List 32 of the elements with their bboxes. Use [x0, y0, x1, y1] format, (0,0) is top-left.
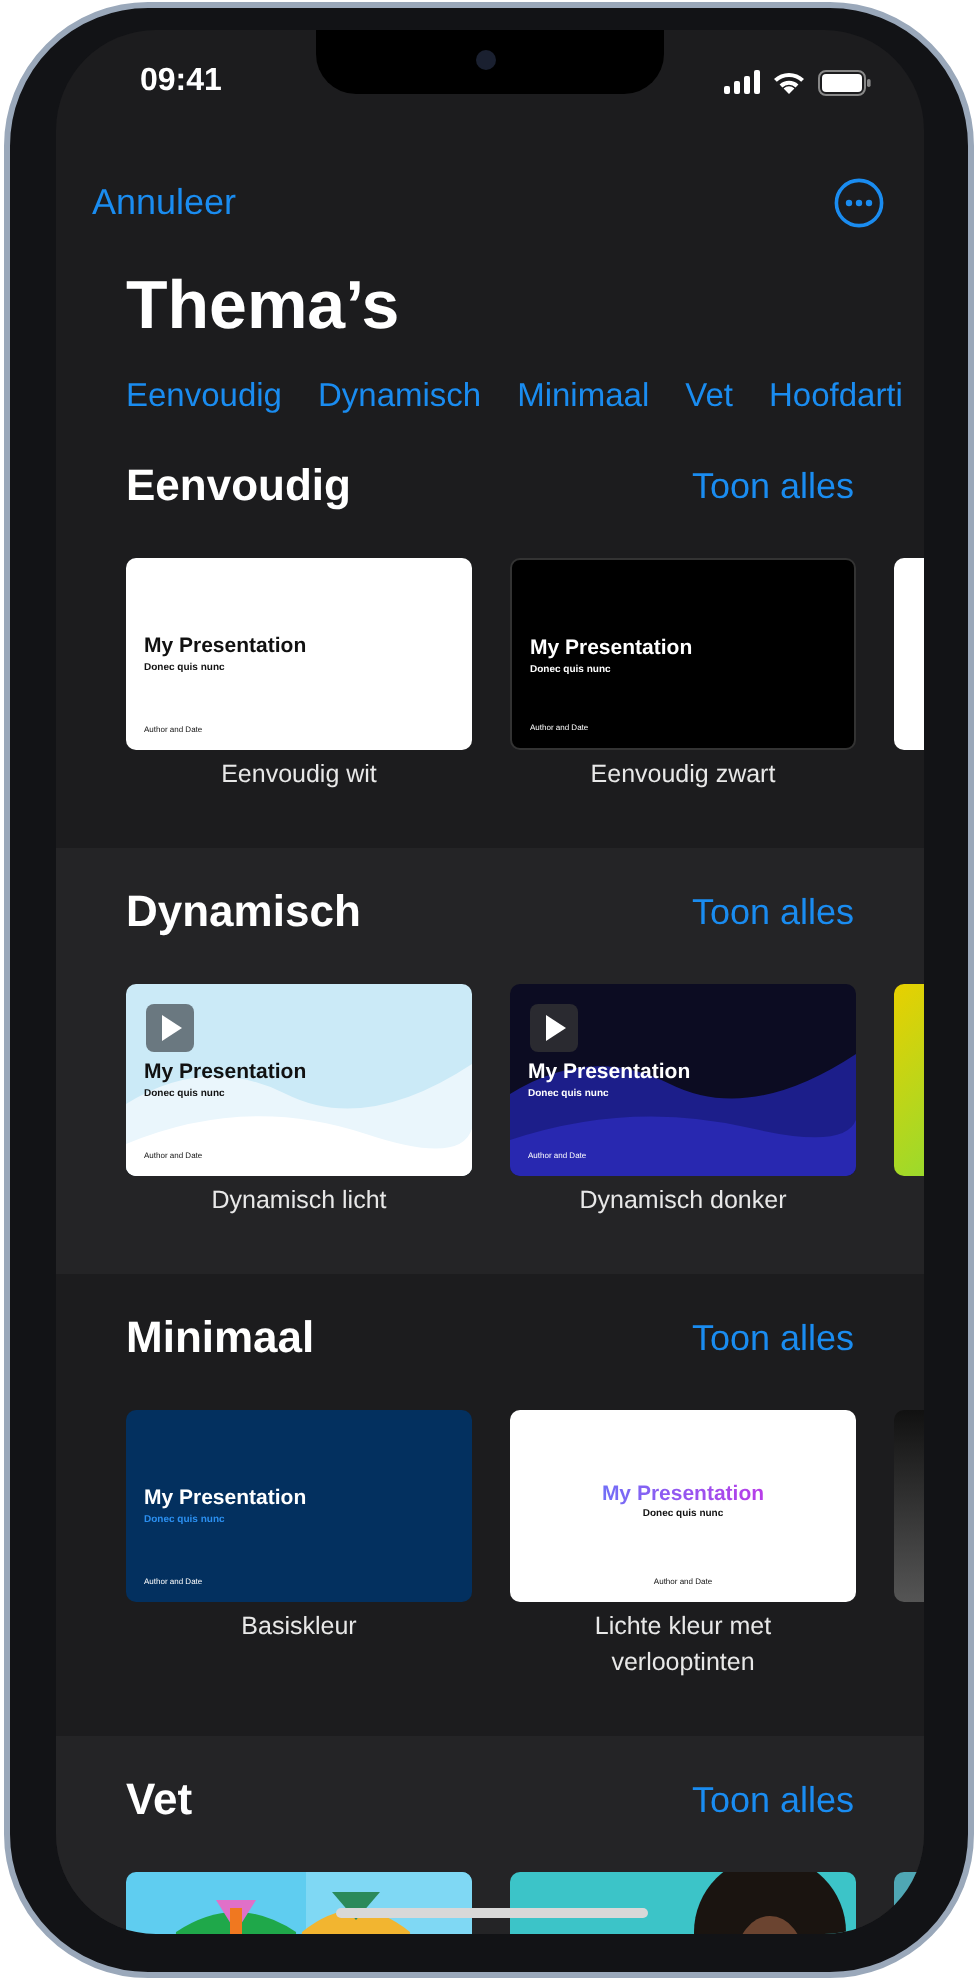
see-all-link[interactable]: Toon alles — [691, 891, 854, 933]
see-all-link[interactable]: Toon alles — [691, 1779, 854, 1821]
more-icon[interactable] — [834, 177, 884, 227]
theme-name: Eenvoudig zwart — [588, 758, 778, 792]
signal-icon — [724, 70, 760, 94]
slide-title: My Presentation — [144, 634, 307, 658]
slide-title: My Presentation — [144, 1060, 307, 1084]
slide-title: My Presentation — [144, 1486, 307, 1510]
slide-title: My Presentation — [528, 1060, 691, 1084]
cancel-button[interactable]: Annuleer — [92, 181, 237, 223]
play-icon[interactable] — [530, 1004, 578, 1052]
theme-name: Eenvoudig wit — [219, 758, 379, 792]
battery-icon — [818, 69, 872, 95]
section-title: Eenvoudig — [126, 460, 351, 512]
see-all-link[interactable]: Toon alles — [691, 465, 854, 507]
theme-name: Dynamisch licht — [209, 1184, 389, 1218]
wifi-icon — [772, 70, 806, 94]
slide-title: My Presentation — [530, 636, 693, 660]
section-title: Dynamisch — [126, 886, 361, 938]
category-link[interactable]: Eenvoudig — [126, 377, 282, 415]
section-title: Minimaal — [126, 1312, 315, 1364]
theme-name: Basiskleur — [239, 1610, 359, 1644]
section-title: Vet — [126, 1774, 193, 1826]
category-link[interactable]: Dynamisch — [317, 377, 482, 415]
theme-name: Lichte kleur met verlooptinten — [592, 1610, 774, 1680]
page-title: Thema’s — [126, 266, 402, 348]
theme-name: Dynamisch donker — [577, 1184, 789, 1218]
category-link[interactable]: Hoofdarti — [768, 377, 903, 415]
category-link[interactable]: Vet — [685, 377, 733, 415]
status-time: 09:41 — [140, 64, 222, 100]
see-all-link[interactable]: Toon alles — [691, 1317, 854, 1359]
category-link[interactable]: Minimaal — [517, 377, 650, 415]
